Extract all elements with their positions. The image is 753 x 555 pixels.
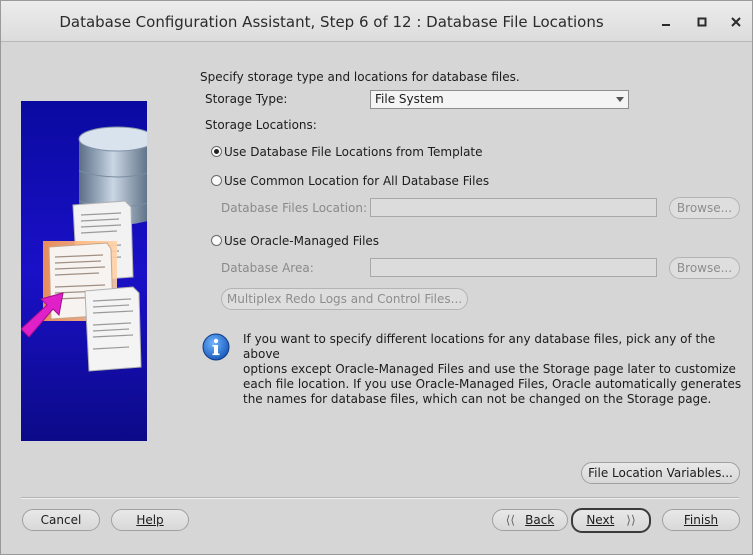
storage-locations-label: Storage Locations: <box>205 118 317 132</box>
wizard-content: Specify storage type and locations for d… <box>1 42 752 554</box>
minimize-button[interactable] <box>658 14 674 30</box>
info-message: If you want to specify different locatio… <box>243 332 743 407</box>
database-area-label: Database Area: <box>221 261 314 275</box>
chevron-right-icon: ⟩⟩ <box>626 513 636 527</box>
minimize-icon <box>662 24 670 26</box>
title-bar: Database Configuration Assistant, Step 6… <box>1 1 752 42</box>
back-button[interactable]: ⟨⟨ Back <box>492 509 568 531</box>
instruction-text: Specify storage type and locations for d… <box>200 70 520 84</box>
help-label: Help <box>136 513 164 527</box>
info-line: options except Oracle-Managed Files and … <box>243 362 736 376</box>
radio-common-location-label[interactable]: Use Common Location for All Database Fil… <box>224 174 489 188</box>
database-files-location-field[interactable] <box>370 198 657 217</box>
storage-type-select[interactable]: File System <box>370 90 629 109</box>
multiplex-redo-logs-button[interactable]: Multiplex Redo Logs and Control Files... <box>221 288 468 310</box>
info-line: If you want to specify different locatio… <box>243 332 716 361</box>
maximize-button[interactable] <box>694 14 710 30</box>
window-title: Database Configuration Assistant, Step 6… <box>59 13 604 31</box>
chevron-down-icon <box>616 97 624 102</box>
info-icon <box>202 333 230 361</box>
maximize-icon <box>697 17 707 27</box>
radio-oracle-managed-label[interactable]: Use Oracle-Managed Files <box>224 234 379 248</box>
browse-files-location-button[interactable]: Browse... <box>669 197 740 219</box>
radio-oracle-managed[interactable] <box>211 235 222 246</box>
finish-label: Finish <box>683 513 719 527</box>
info-line: the names for database files, which can … <box>243 392 712 406</box>
database-files-location-label: Database Files Location: <box>221 201 368 215</box>
storage-type-label: Storage Type: <box>205 92 288 106</box>
help-button[interactable]: Help <box>111 509 189 531</box>
finish-button[interactable]: Finish <box>662 509 740 531</box>
info-line: each file location. If you use Oracle-Ma… <box>243 377 742 391</box>
radio-template-locations[interactable] <box>211 146 222 157</box>
database-area-field[interactable] <box>370 258 657 277</box>
cancel-button[interactable]: Cancel <box>22 509 100 531</box>
file-location-variables-button[interactable]: File Location Variables... <box>581 462 740 484</box>
close-button[interactable] <box>728 14 744 30</box>
back-label: Back <box>525 513 555 527</box>
close-icon <box>731 17 741 27</box>
chevron-left-icon: ⟨⟨ <box>505 513 516 527</box>
next-label: Next <box>586 513 615 527</box>
radio-template-locations-label[interactable]: Use Database File Locations from Templat… <box>224 145 483 159</box>
dbca-window: Database Configuration Assistant, Step 6… <box>0 0 753 555</box>
footer-separator <box>21 497 739 499</box>
wizard-illustration <box>21 101 147 441</box>
browse-database-area-button[interactable]: Browse... <box>669 257 740 279</box>
database-documents-illustration <box>21 126 147 372</box>
next-button[interactable]: Next ⟩⟩ <box>571 508 651 533</box>
radio-common-location[interactable] <box>211 175 222 186</box>
storage-type-value: File System <box>375 92 444 106</box>
